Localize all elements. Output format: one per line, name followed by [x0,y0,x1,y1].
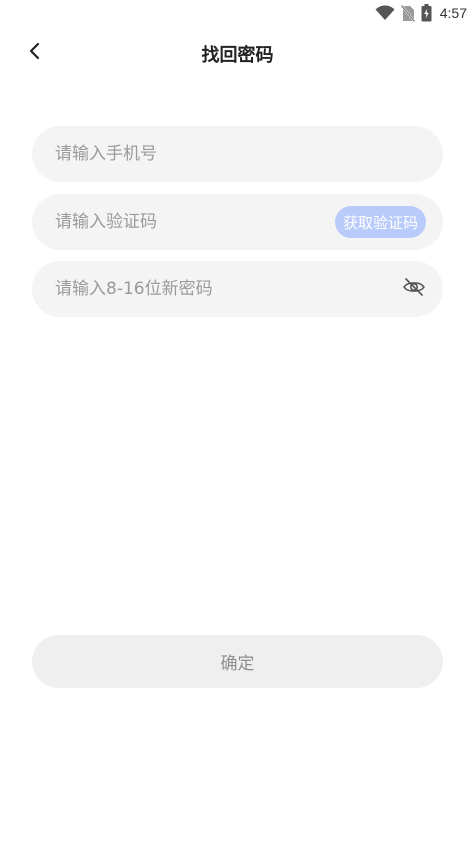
verification-code-field[interactable]: 获取验证码 [32,194,443,250]
phone-input[interactable] [53,143,425,165]
status-bar: 4:57 [0,0,475,26]
status-icons: 4:57 [375,3,467,23]
phone-field[interactable] [32,126,443,182]
password-visibility-toggle[interactable] [401,276,427,302]
get-code-button[interactable]: 获取验证码 [334,206,426,238]
eye-off-icon [402,275,426,303]
new-password-field[interactable] [32,261,443,317]
header: 找回密码 [0,30,475,76]
new-password-input[interactable] [53,278,401,300]
confirm-button[interactable]: 确定 [32,635,443,688]
no-sim-icon [400,4,415,22]
page-title: 找回密码 [201,45,274,66]
verification-code-input[interactable] [53,211,335,233]
battery-charging-icon [421,4,432,22]
wifi-icon [375,5,395,21]
status-time: 4:57 [439,5,467,21]
